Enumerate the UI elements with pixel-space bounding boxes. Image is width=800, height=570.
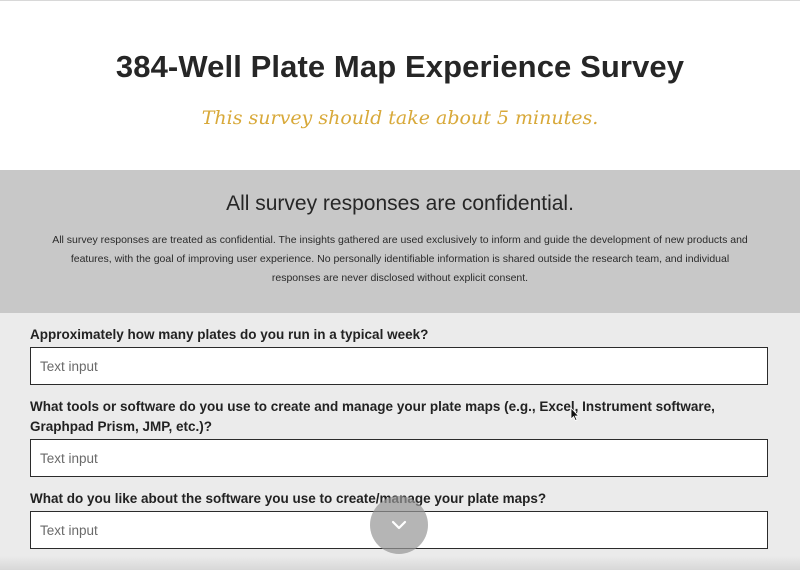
page-title: 384-Well Plate Map Experience Survey xyxy=(115,49,685,84)
survey-header: 384-Well Plate Map Experience Survey Thi… xyxy=(0,1,800,170)
bottom-fade xyxy=(0,556,800,570)
question-label: Approximately how many plates do you run… xyxy=(30,327,429,342)
notice-body: All survey responses are treated as conf… xyxy=(52,234,748,284)
survey-page: 384-Well Plate Map Experience Survey Thi… xyxy=(0,0,800,570)
confidentiality-notice: All survey responses are confidential. A… xyxy=(0,170,800,313)
mouse-cursor-icon xyxy=(570,407,580,422)
question-tools-software: What tools or software do you use to cre… xyxy=(30,397,768,477)
notice-heading: All survey responses are confidential. xyxy=(226,192,574,215)
survey-duration-note: This survey should take about 5 minutes. xyxy=(201,107,599,129)
scroll-down-button[interactable] xyxy=(370,496,428,554)
chevron-down-icon xyxy=(391,520,407,530)
plates-per-week-input[interactable] xyxy=(30,347,768,385)
tools-software-input[interactable] xyxy=(30,439,768,477)
question-label: What tools or software do you use to cre… xyxy=(30,399,715,434)
question-plates-per-week: Approximately how many plates do you run… xyxy=(30,325,768,385)
